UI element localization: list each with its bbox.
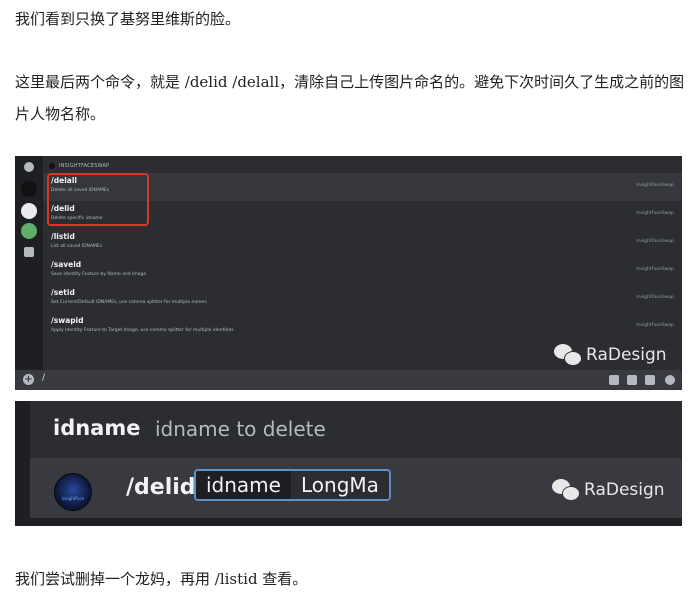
server-icon[interactable] xyxy=(21,203,37,219)
paragraph-1: 我们看到只换了基努里维斯的脸。 xyxy=(15,10,241,28)
clock-icon[interactable] xyxy=(24,162,34,172)
command-name: /delid xyxy=(126,475,196,500)
emoji-icon[interactable] xyxy=(665,375,675,385)
watermark: RaDesign xyxy=(554,344,667,366)
edit-icon[interactable] xyxy=(24,247,34,257)
paragraph-3: 我们尝试删掉一个龙妈，再用 /listid 查看。 xyxy=(15,570,308,588)
command-item-swapid[interactable]: /swapid Apply Identity Feature to Target… xyxy=(43,313,682,341)
command-item-listid[interactable]: /listid List all saved IDNAMEs InsightFa… xyxy=(43,229,682,257)
command-input-row[interactable]: InsightFace /delid idname LongMa RaDesig… xyxy=(30,458,682,518)
command-panel: INSIGHTFACESWAP /delall Delete all saved… xyxy=(43,156,682,370)
command-item-saveid[interactable]: /saveid Save identity Feature by Name an… xyxy=(43,257,682,285)
delid-input-screenshot: idname idname to delete InsightFace /del… xyxy=(15,401,682,526)
command-item-setid[interactable]: /setid Set Current/Default IDNAMEs, use … xyxy=(43,285,682,313)
sticker-icon[interactable] xyxy=(645,375,655,385)
watermark: RaDesign xyxy=(552,479,665,501)
app-header: INSIGHTFACESWAP xyxy=(49,160,109,172)
highlight-box xyxy=(47,173,149,226)
option-key: idname xyxy=(196,471,291,499)
option-hint: idname idname to delete xyxy=(30,401,682,458)
message-input[interactable]: / xyxy=(42,373,45,383)
server-rail xyxy=(15,156,43,370)
option-value[interactable]: LongMa xyxy=(290,471,389,499)
message-input-bar[interactable]: + / xyxy=(15,370,682,390)
command-list-screenshot: INSIGHTFACESWAP /delall Delete all saved… xyxy=(15,156,682,390)
wechat-icon xyxy=(554,344,582,366)
option-hint-description: idname to delete xyxy=(155,417,326,441)
gift-icon[interactable] xyxy=(609,375,619,385)
add-icon[interactable]: + xyxy=(23,374,34,385)
discord-home-icon[interactable] xyxy=(21,181,37,197)
option-field[interactable]: idname LongMa xyxy=(194,469,391,501)
paragraph-2: 这里最后两个命令，就是 /delid /delall，清除自己上传图片命名的。避… xyxy=(15,73,685,123)
option-hint-name: idname xyxy=(53,416,141,440)
server-icon[interactable] xyxy=(21,223,37,239)
gif-icon[interactable] xyxy=(627,375,637,385)
wechat-icon xyxy=(552,479,580,501)
avatar: InsightFace xyxy=(54,473,92,511)
